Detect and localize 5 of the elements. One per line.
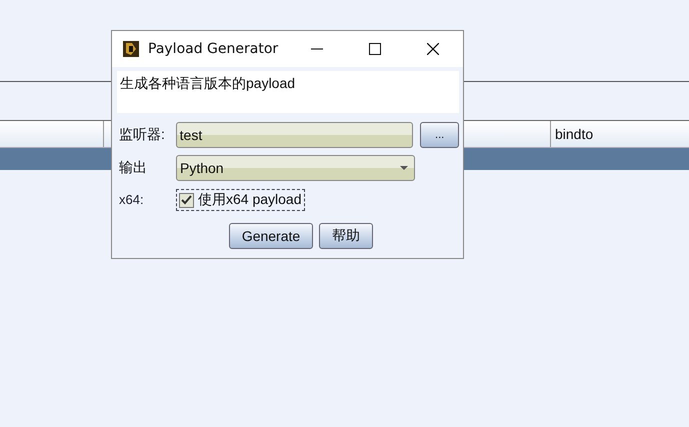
listener-label: 监听器:: [118, 126, 166, 144]
output-label: 输出: [118, 159, 148, 177]
description-text: 生成各种语言版本的payload: [120, 75, 296, 91]
window-title: Payload Generator: [148, 41, 280, 57]
x64-label: x64:: [118, 192, 145, 207]
